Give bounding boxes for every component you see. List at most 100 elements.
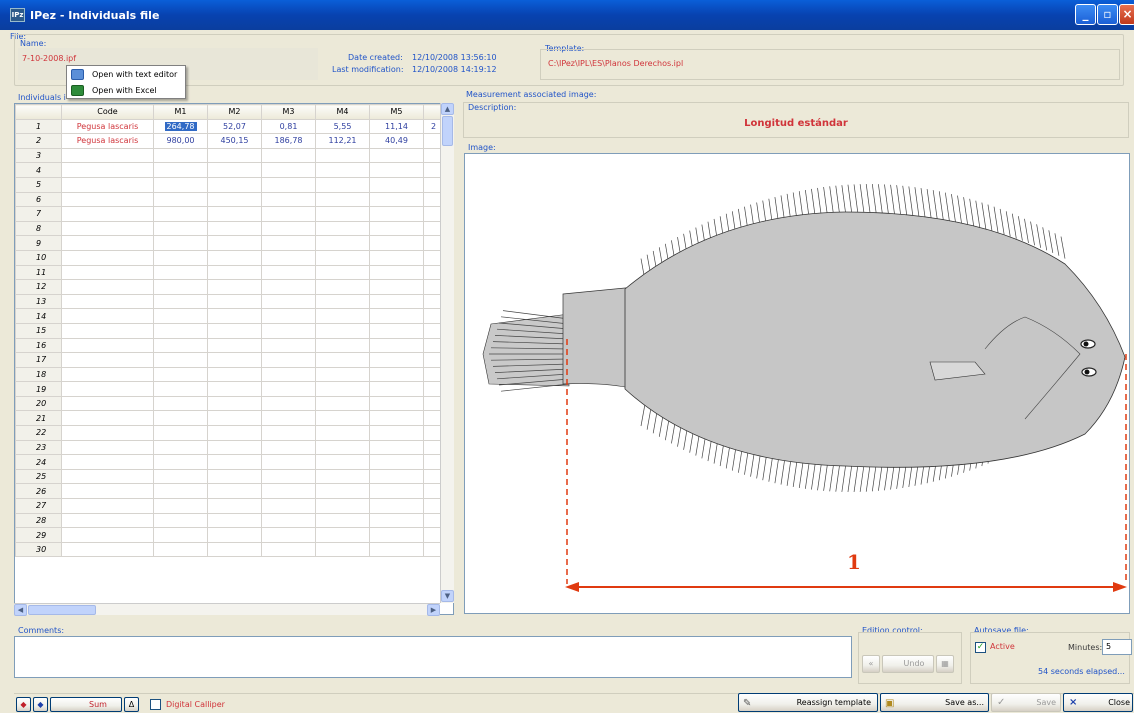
row-number[interactable]: 26: [15, 483, 62, 500]
code-cell[interactable]: Pegusa lascaris: [61, 118, 154, 135]
table-row[interactable]: 29: [15, 527, 444, 543]
table-row[interactable]: 11: [15, 264, 444, 281]
save-as-button[interactable]: ▣ Save as...: [880, 693, 989, 712]
measure-cell[interactable]: [153, 206, 208, 222]
table-row[interactable]: 28: [15, 512, 444, 529]
measure-cell[interactable]: [369, 395, 424, 412]
row-number[interactable]: 16: [15, 337, 62, 354]
measure-cell[interactable]: [369, 468, 424, 485]
measure-cell[interactable]: [315, 322, 370, 339]
measure-cell[interactable]: [369, 279, 424, 295]
measure-cell[interactable]: [261, 308, 316, 324]
row-number[interactable]: 4: [15, 162, 62, 178]
measure-cell[interactable]: 186,78: [261, 133, 316, 149]
vertical-scrollbar[interactable]: ▲ ▼: [440, 103, 454, 603]
measure-cell[interactable]: [153, 176, 208, 193]
scroll-up-icon[interactable]: ▲: [441, 103, 454, 115]
code-cell[interactable]: [61, 541, 154, 558]
code-cell[interactable]: [61, 322, 154, 339]
code-cell[interactable]: [61, 366, 154, 383]
measure-cell[interactable]: [315, 249, 370, 266]
back-icon[interactable]: «: [862, 655, 880, 673]
measure-cell[interactable]: [315, 498, 370, 514]
measure-cell[interactable]: [369, 483, 424, 500]
measure-cell[interactable]: [207, 425, 262, 441]
measure-cell[interactable]: [207, 279, 262, 295]
measure-cell[interactable]: [153, 337, 208, 354]
measure-cell[interactable]: [261, 264, 316, 281]
measure-cell[interactable]: [261, 425, 316, 441]
table-row[interactable]: 19: [15, 381, 444, 397]
table-row[interactable]: 6: [15, 191, 444, 208]
table-row[interactable]: 10: [15, 249, 444, 266]
measure-cell[interactable]: [369, 264, 424, 281]
active-checkbox[interactable]: ✓: [975, 642, 986, 653]
code-cell[interactable]: [61, 410, 154, 427]
measure-cell[interactable]: [153, 322, 208, 339]
row-number[interactable]: 19: [15, 381, 62, 397]
code-cell[interactable]: [61, 439, 154, 456]
table-row[interactable]: 15: [15, 322, 444, 339]
row-number[interactable]: 13: [15, 293, 62, 310]
row-number[interactable]: 3: [15, 147, 62, 164]
column-header[interactable]: M4: [315, 104, 370, 120]
row-number[interactable]: 5: [15, 176, 62, 193]
measure-cell[interactable]: [369, 352, 424, 368]
undo-button[interactable]: Undo: [882, 655, 934, 673]
measure-cell[interactable]: [315, 162, 370, 178]
measure-cell[interactable]: [315, 206, 370, 222]
measure-cell[interactable]: [315, 352, 370, 368]
table-row[interactable]: 13: [15, 293, 444, 310]
table-row[interactable]: 1 Pegusa lascaris 264,78 52,07 0,81 5,55 11,14…: [15, 118, 444, 135]
table-row[interactable]: 2 Pegusa lascaris 980,00 450,15 186,78 112,21…: [15, 133, 444, 149]
measure-cell[interactable]: [207, 293, 262, 310]
measure-cell[interactable]: [261, 512, 316, 529]
table-row[interactable]: 18: [15, 366, 444, 383]
delta-icon[interactable]: Δ: [124, 697, 139, 712]
code-cell[interactable]: [61, 454, 154, 470]
row-number[interactable]: 6: [15, 191, 62, 208]
measure-cell[interactable]: [261, 395, 316, 412]
history-icon[interactable]: ▦: [936, 655, 954, 673]
measure-cell[interactable]: [261, 176, 316, 193]
measure-cell[interactable]: [261, 381, 316, 397]
row-number[interactable]: 28: [15, 512, 62, 529]
measure-cell[interactable]: [369, 381, 424, 397]
scroll-down-icon[interactable]: ▼: [441, 590, 454, 602]
measure-cell[interactable]: [261, 249, 316, 266]
column-header[interactable]: Code: [61, 104, 154, 120]
reassign-template-button[interactable]: ✎ Reassign template: [738, 693, 878, 712]
measure-cell[interactable]: [315, 483, 370, 500]
measure-cell[interactable]: 450,15: [207, 133, 262, 149]
measure-cell[interactable]: [369, 147, 424, 164]
measure-cell[interactable]: [315, 381, 370, 397]
code-cell[interactable]: [61, 176, 154, 193]
measure-cell[interactable]: [315, 308, 370, 324]
maximize-button[interactable]: ▫: [1097, 4, 1118, 25]
table-row[interactable]: 9: [15, 235, 444, 251]
code-cell[interactable]: [61, 264, 154, 281]
measure-cell[interactable]: [369, 498, 424, 514]
measure-cell[interactable]: [261, 322, 316, 339]
table-row[interactable]: 26: [15, 483, 444, 500]
measure-cell[interactable]: [369, 191, 424, 208]
table-row[interactable]: 30: [15, 541, 444, 558]
measure-cell[interactable]: [369, 322, 424, 339]
measure-cell[interactable]: [207, 322, 262, 339]
measure-cell[interactable]: [207, 454, 262, 470]
table-row[interactable]: 21: [15, 410, 444, 427]
measure-cell[interactable]: [207, 468, 262, 485]
measure-cell[interactable]: [369, 249, 424, 266]
open-text-editor-item[interactable]: Open with text editor: [68, 67, 185, 82]
table-row[interactable]: 24: [15, 454, 444, 470]
measure-cell[interactable]: 52,07: [207, 118, 262, 135]
digital-calliper-checkbox[interactable]: [150, 699, 161, 710]
measure-cell[interactable]: [153, 249, 208, 266]
row-number[interactable]: 11: [15, 264, 62, 281]
measure-cell[interactable]: [153, 483, 208, 500]
measure-cell[interactable]: [261, 439, 316, 456]
close-button[interactable]: × Close: [1063, 693, 1133, 712]
code-cell[interactable]: [61, 162, 154, 178]
measure-cell[interactable]: [207, 410, 262, 427]
row-number[interactable]: 7: [15, 206, 62, 222]
